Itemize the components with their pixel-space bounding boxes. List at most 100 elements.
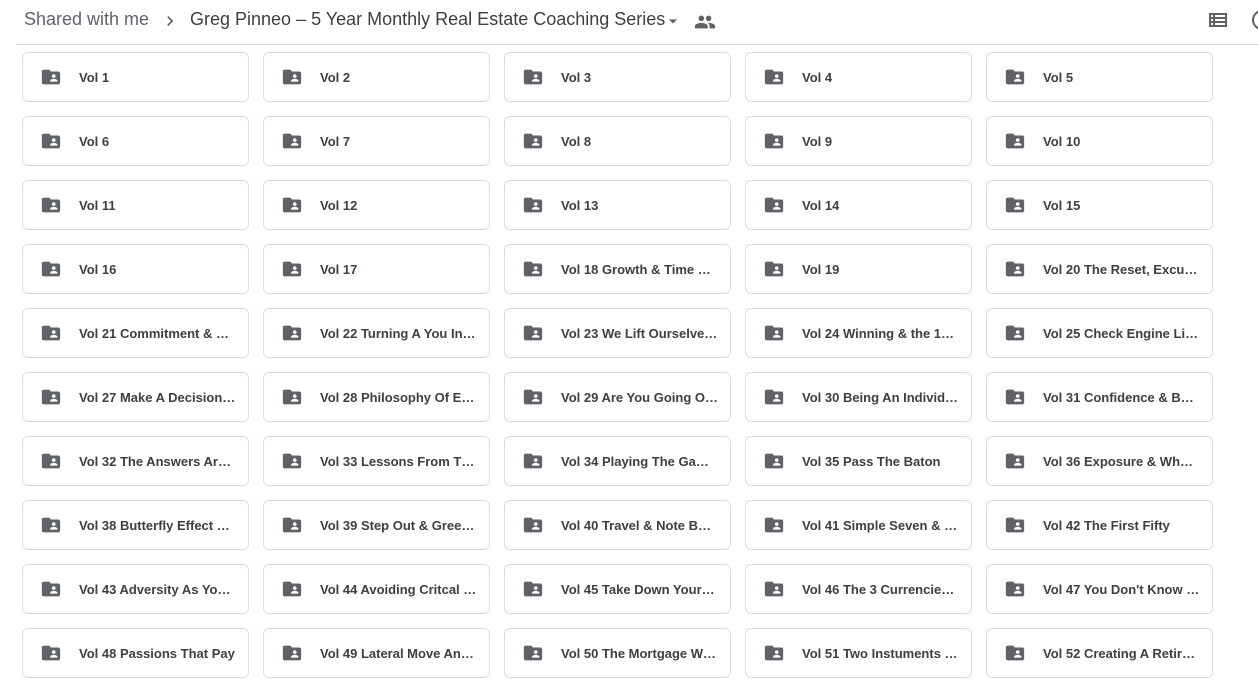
- folder-item[interactable]: Vol 13: [504, 180, 731, 230]
- folder-item[interactable]: Vol 4: [745, 52, 972, 102]
- folder-name: Vol 4: [802, 69, 833, 85]
- folder-item[interactable]: Vol 39 Step Out & Green …: [263, 500, 490, 550]
- folder-name: Vol 43 Adversity As Your …: [79, 581, 236, 597]
- shared-folder-icon: [281, 450, 303, 472]
- folder-item[interactable]: Vol 44 Avoiding Critcal M…: [263, 564, 490, 614]
- shared-folder-icon: [522, 130, 544, 152]
- folder-item[interactable]: Vol 10: [986, 116, 1213, 166]
- folder-name: Vol 22 Turning A You Into…: [320, 325, 477, 341]
- shared-folder-icon: [522, 386, 544, 408]
- shared-folder-icon: [40, 386, 62, 408]
- breadcrumb-bar: Shared with me Greg Pinneo – 5 Year Mont…: [0, 0, 1258, 44]
- folder-item[interactable]: Vol 25 Check Engine Light: [986, 308, 1213, 358]
- shared-folder-icon: [522, 66, 544, 88]
- shared-folder-icon: [1004, 386, 1026, 408]
- folder-item[interactable]: Vol 23 We Lift Ourselves …: [504, 308, 731, 358]
- shared-folder-icon: [763, 258, 785, 280]
- folder-name: Vol 12: [320, 197, 358, 213]
- folder-item[interactable]: Vol 46 The 3 Currencies …: [745, 564, 972, 614]
- folder-name: Vol 52 Creating A Retire…: [1043, 645, 1200, 661]
- folder-name: Vol 14: [802, 197, 840, 213]
- folder-item[interactable]: Vol 27 Make A Decision …: [22, 372, 249, 422]
- shared-folder-icon: [281, 66, 303, 88]
- folder-item[interactable]: Vol 2: [263, 52, 490, 102]
- folder-item[interactable]: Vol 41 Simple Seven & B…: [745, 500, 972, 550]
- folder-item[interactable]: Vol 1: [22, 52, 249, 102]
- breadcrumb-current-folder[interactable]: Greg Pinneo – 5 Year Monthly Real Estate…: [190, 9, 665, 30]
- folder-item[interactable]: Vol 11: [22, 180, 249, 230]
- folder-item[interactable]: Vol 24 Winning & the 103…: [745, 308, 972, 358]
- folder-name: Vol 20 The Reset, Excuse…: [1043, 261, 1200, 277]
- folder-item[interactable]: Vol 52 Creating A Retire…: [986, 628, 1213, 678]
- folder-item[interactable]: Vol 31 Confidence & Buyi…: [986, 372, 1213, 422]
- shared-folder-icon: [281, 322, 303, 344]
- folder-item[interactable]: Vol 38 Butterfly Effect & …: [22, 500, 249, 550]
- folder-item[interactable]: Vol 15: [986, 180, 1213, 230]
- list-view-icon[interactable]: [1206, 8, 1230, 32]
- folder-name: Vol 42 The First Fifty: [1043, 517, 1170, 533]
- folder-name: Vol 31 Confidence & Buyi…: [1043, 389, 1200, 405]
- folder-item[interactable]: Vol 7: [263, 116, 490, 166]
- breadcrumb-shared-with-me[interactable]: Shared with me: [24, 9, 149, 30]
- shared-folder-icon: [763, 66, 785, 88]
- shared-folder-icon: [40, 578, 62, 600]
- folder-item[interactable]: Vol 3: [504, 52, 731, 102]
- info-icon[interactable]: [1250, 8, 1258, 32]
- folder-item[interactable]: Vol 33 Lessons From The…: [263, 436, 490, 486]
- folder-item[interactable]: Vol 18 Growth & Time Ma…: [504, 244, 731, 294]
- folder-name: Vol 11: [79, 197, 116, 213]
- folder-item[interactable]: Vol 6: [22, 116, 249, 166]
- folder-item[interactable]: Vol 20 The Reset, Excuse…: [986, 244, 1213, 294]
- folder-item[interactable]: Vol 36 Exposure & When …: [986, 436, 1213, 486]
- folder-name: Vol 35 Pass The Baton: [802, 453, 941, 469]
- folder-item[interactable]: Vol 45 Take Down Your F…: [504, 564, 731, 614]
- folder-item[interactable]: Vol 43 Adversity As Your …: [22, 564, 249, 614]
- shared-folder-icon: [40, 194, 62, 216]
- shared-folder-icon: [40, 322, 62, 344]
- folder-name: Vol 2: [320, 69, 351, 85]
- folder-item[interactable]: Vol 49 Lateral Move And …: [263, 628, 490, 678]
- shared-folder-icon: [1004, 194, 1026, 216]
- folder-item[interactable]: Vol 12: [263, 180, 490, 230]
- folder-item[interactable]: Vol 34 Playing The Game…: [504, 436, 731, 486]
- shared-folder-icon: [281, 386, 303, 408]
- folder-name: Vol 36 Exposure & When …: [1043, 453, 1200, 469]
- folder-name: Vol 7: [320, 133, 351, 149]
- folder-item[interactable]: Vol 48 Passions That Pay: [22, 628, 249, 678]
- folder-item[interactable]: Vol 32 The Answers Are …: [22, 436, 249, 486]
- folder-item[interactable]: Vol 30 Being An Individu…: [745, 372, 972, 422]
- folder-item[interactable]: Vol 14: [745, 180, 972, 230]
- folder-item[interactable]: Vol 16: [22, 244, 249, 294]
- folder-name: Vol 38 Butterfly Effect & …: [79, 517, 236, 533]
- folder-name: Vol 6: [79, 133, 110, 149]
- folder-item[interactable]: Vol 22 Turning A You Into…: [263, 308, 490, 358]
- people-icon: [694, 11, 716, 33]
- folder-name: Vol 34 Playing The Game…: [561, 453, 718, 469]
- folder-item[interactable]: Vol 40 Travel & Note Buyi…: [504, 500, 731, 550]
- folder-item[interactable]: Vol 35 Pass The Baton: [745, 436, 972, 486]
- folder-item[interactable]: Vol 29 Are You Going On …: [504, 372, 731, 422]
- shared-folder-icon: [763, 322, 785, 344]
- folder-name: Vol 48 Passions That Pay: [79, 645, 235, 661]
- folder-item[interactable]: Vol 9: [745, 116, 972, 166]
- folder-item[interactable]: Vol 8: [504, 116, 731, 166]
- folder-name: Vol 51 Two Instuments O…: [802, 645, 959, 661]
- folder-item[interactable]: Vol 51 Two Instuments O…: [745, 628, 972, 678]
- folder-name: Vol 5: [1043, 69, 1074, 85]
- shared-folder-icon: [40, 514, 62, 536]
- folder-item[interactable]: Vol 21 Commitment & Th…: [22, 308, 249, 358]
- folder-item[interactable]: Vol 47 You Don't Know W…: [986, 564, 1213, 614]
- folder-item[interactable]: Vol 28 Philosophy Of Ext…: [263, 372, 490, 422]
- folder-item[interactable]: Vol 50 The Mortgage Wo…: [504, 628, 731, 678]
- shared-folder-icon: [522, 194, 544, 216]
- folder-item[interactable]: Vol 5: [986, 52, 1213, 102]
- folder-item[interactable]: Vol 17: [263, 244, 490, 294]
- folder-name: Vol 39 Step Out & Green …: [320, 517, 477, 533]
- shared-folder-icon: [763, 194, 785, 216]
- folder-name: Vol 24 Winning & the 103…: [802, 325, 959, 341]
- caret-down-icon[interactable]: [663, 11, 683, 31]
- folder-name: Vol 18 Growth & Time Ma…: [561, 261, 718, 277]
- folder-item[interactable]: Vol 19: [745, 244, 972, 294]
- folder-item[interactable]: Vol 42 The First Fifty: [986, 500, 1213, 550]
- shared-folder-icon: [1004, 514, 1026, 536]
